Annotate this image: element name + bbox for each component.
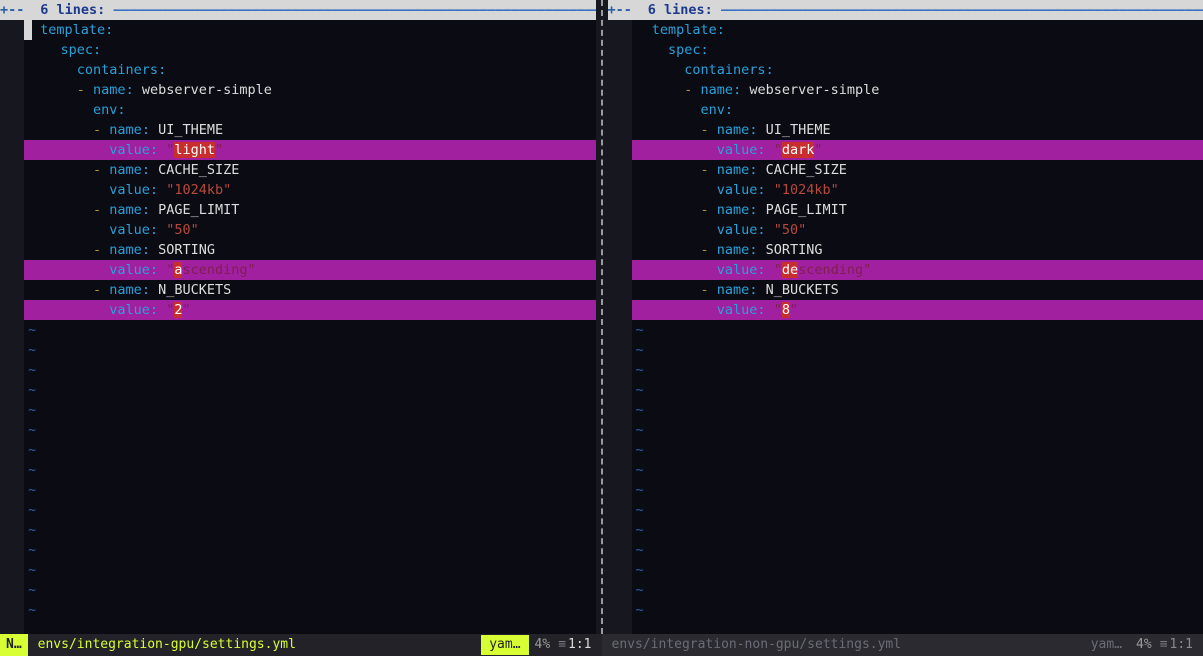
code-line[interactable]: - name: UI_THEME xyxy=(24,120,596,140)
empty-line-tilde: ~ xyxy=(24,420,596,440)
code-line[interactable]: - name: SORTING xyxy=(24,240,596,260)
empty-line-tilde: ~ xyxy=(632,580,1203,600)
empty-line-tilde: ~ xyxy=(632,460,1203,480)
fold-plus-icon: +-- xyxy=(608,2,632,18)
code-line[interactable]: template: xyxy=(24,20,596,40)
empty-line-tilde: ~ xyxy=(24,320,596,340)
vim-diff-editor: +-- 6 lines: ———————————————————————————… xyxy=(0,0,1203,656)
fold-header-left[interactable]: 6 lines: ———————————————————————————————… xyxy=(24,0,596,20)
code-line-diff[interactable]: value: "light" xyxy=(24,140,596,160)
empty-line-tilde: ~ xyxy=(24,500,596,520)
vertical-split-divider[interactable] xyxy=(596,0,608,634)
fold-header-right[interactable]: 6 lines: ———————————————————————————————… xyxy=(632,0,1203,20)
empty-line-tilde: ~ xyxy=(24,360,596,380)
file-path-right: envs/integration-non-gpu/settings.yml xyxy=(602,635,1083,655)
filetype-left: yam… xyxy=(481,635,528,655)
scroll-pct-left: 4% xyxy=(529,635,557,655)
empty-line-tilde: ~ xyxy=(632,380,1203,400)
empty-line-tilde: ~ xyxy=(24,480,596,500)
empty-line-tilde: ~ xyxy=(24,460,596,480)
empty-line-tilde: ~ xyxy=(24,560,596,580)
left-pane[interactable]: 6 lines: ———————————————————————————————… xyxy=(24,0,596,634)
empty-line-tilde: ~ xyxy=(24,380,596,400)
empty-line-tilde: ~ xyxy=(24,440,596,460)
empty-line-tilde: ~ xyxy=(632,360,1203,380)
status-bars: N… envs/integration-gpu/settings.yml yam… xyxy=(0,634,1203,656)
code-line[interactable]: - name: UI_THEME xyxy=(632,120,1203,140)
statusbar-left: N… envs/integration-gpu/settings.yml yam… xyxy=(0,634,602,656)
code-line[interactable]: value: "50" xyxy=(632,220,1203,240)
code-line-diff[interactable]: value: "2" xyxy=(24,300,596,320)
left-code-area[interactable]: template: spec: containers: - name: webs… xyxy=(24,20,596,634)
code-line-diff[interactable]: value: "8" xyxy=(632,300,1203,320)
empty-line-tilde: ~ xyxy=(632,440,1203,460)
empty-line-tilde: ~ xyxy=(632,540,1203,560)
cursor-pos-left: 1:1 xyxy=(568,635,601,655)
code-line[interactable]: - name: CACHE_SIZE xyxy=(632,160,1203,180)
empty-line-tilde: ~ xyxy=(632,520,1203,540)
empty-line-tilde: ~ xyxy=(24,580,596,600)
code-line[interactable]: env: xyxy=(632,100,1203,120)
empty-line-tilde: ~ xyxy=(632,500,1203,520)
code-line[interactable]: containers: xyxy=(632,60,1203,80)
code-line[interactable]: value: "1024kb" xyxy=(24,180,596,200)
right-fold-gutter: +-- xyxy=(608,0,632,634)
empty-line-tilde: ~ xyxy=(24,600,596,620)
empty-line-tilde: ~ xyxy=(24,400,596,420)
empty-line-tilde: ~ xyxy=(632,340,1203,360)
code-line-diff[interactable]: value: "dark" xyxy=(632,140,1203,160)
code-line[interactable]: template: xyxy=(632,20,1203,40)
empty-line-tilde: ~ xyxy=(632,480,1203,500)
fold-marker-left[interactable]: +-- xyxy=(0,0,24,20)
code-line-diff[interactable]: value: "descending" xyxy=(632,260,1203,280)
fold-marker-right[interactable]: +-- xyxy=(608,0,632,20)
code-line[interactable]: spec: xyxy=(24,40,596,60)
cursor-pos-right: 1:1 xyxy=(1170,635,1203,655)
code-line[interactable]: - name: webserver-simple xyxy=(24,80,596,100)
mode-indicator: N… xyxy=(0,634,28,656)
right-code-area[interactable]: template: spec: containers: - name: webs… xyxy=(632,20,1203,634)
empty-line-tilde: ~ xyxy=(632,560,1203,580)
fold-count: 6 lines: xyxy=(648,2,713,18)
code-line[interactable]: - name: N_BUCKETS xyxy=(24,280,596,300)
fold-count: 6 lines: xyxy=(40,2,105,18)
file-path-left: envs/integration-gpu/settings.yml xyxy=(28,635,482,655)
right-pane[interactable]: 6 lines: ———————————————————————————————… xyxy=(632,0,1203,634)
code-line[interactable]: containers: xyxy=(24,60,596,80)
empty-line-tilde: ~ xyxy=(632,600,1203,620)
empty-line-tilde: ~ xyxy=(24,340,596,360)
fold-dashes: ————————————————————————————————————————… xyxy=(113,2,595,18)
code-line[interactable]: spec: xyxy=(632,40,1203,60)
scroll-pct-right: 4% xyxy=(1130,635,1158,655)
code-line[interactable]: - name: SORTING xyxy=(632,240,1203,260)
fold-dashes: ————————————————————————————————————————… xyxy=(721,2,1203,18)
empty-line-tilde: ~ xyxy=(632,320,1203,340)
empty-line-tilde: ~ xyxy=(632,400,1203,420)
code-line[interactable]: - name: N_BUCKETS xyxy=(632,280,1203,300)
code-line[interactable]: - name: CACHE_SIZE xyxy=(24,160,596,180)
empty-line-tilde: ~ xyxy=(632,420,1203,440)
sep-icon: ≡ xyxy=(1158,635,1170,655)
code-line[interactable]: - name: PAGE_LIMIT xyxy=(632,200,1203,220)
cursor xyxy=(24,20,32,40)
split-panes: +-- 6 lines: ———————————————————————————… xyxy=(0,0,1203,634)
filetype-right: yam… xyxy=(1083,635,1130,655)
code-line[interactable]: - name: PAGE_LIMIT xyxy=(24,200,596,220)
sep-icon: ≡ xyxy=(556,635,568,655)
code-line[interactable]: value: "1024kb" xyxy=(632,180,1203,200)
left-fold-gutter: +-- xyxy=(0,0,24,634)
statusbar-right: envs/integration-non-gpu/settings.yml ya… xyxy=(602,634,1203,656)
code-line[interactable]: - name: webserver-simple xyxy=(632,80,1203,100)
code-line[interactable]: value: "50" xyxy=(24,220,596,240)
fold-plus-icon: +-- xyxy=(0,2,24,18)
code-line[interactable]: env: xyxy=(24,100,596,120)
empty-line-tilde: ~ xyxy=(24,520,596,540)
empty-line-tilde: ~ xyxy=(24,540,596,560)
code-line-diff[interactable]: value: "ascending" xyxy=(24,260,596,280)
